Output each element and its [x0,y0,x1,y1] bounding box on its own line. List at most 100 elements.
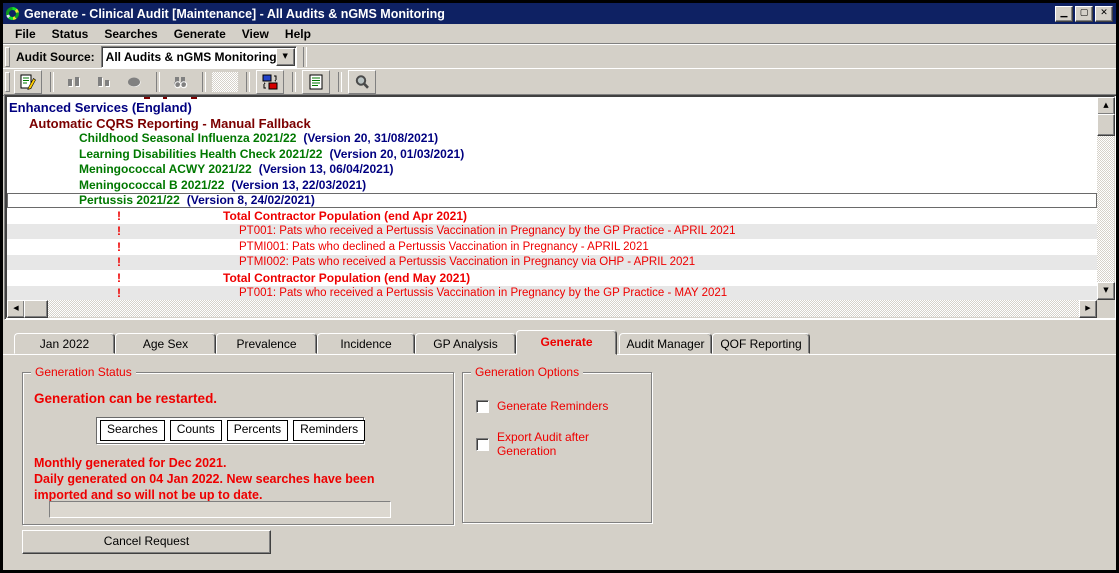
tree-row[interactable]: Learning Disabilities Health Check 2021/… [7,147,1097,162]
generate-reminders-label: Generate Reminders [497,399,608,413]
clipped-row-fragment [191,97,197,99]
menu-status[interactable]: Status [44,25,97,43]
horizontal-scrollbar[interactable]: ◀ ▶ [7,300,1097,317]
menu-generate[interactable]: Generate [166,25,234,43]
tree-row[interactable]: ! Total Contractor Population (end May 20… [7,271,1097,286]
tree-row[interactable]: !PTMI001: Pats who declined a Pertussis … [7,240,1097,255]
tab-gp-analysis[interactable]: GP Analysis [415,333,516,354]
vertical-scrollbar[interactable]: ▲ ▼ [1097,97,1114,300]
generation-step-buttons: Searches Counts Percents Reminders [96,417,364,444]
searches-button[interactable]: Searches [100,420,165,441]
audit-tree-rows: Enhanced Services (England) Automatic CQ… [7,97,1097,300]
percents-button[interactable]: Percents [227,420,288,441]
binoculars-icon [166,70,194,94]
chevron-down-icon[interactable]: ▼ [276,48,295,66]
scroll-left-icon[interactable]: ◀ [7,300,25,318]
generate-reminders-checkbox[interactable] [476,400,489,413]
audit-source-combobox[interactable]: All Audits & nGMS Monitoring ▼ [101,46,297,68]
tree-row[interactable]: Meningococcal B 2021/22 (Version 13, 22/0… [7,178,1097,193]
close-icon[interactable]: ✕ [1095,6,1113,22]
menu-file[interactable]: File [7,25,44,43]
progress-bar [49,501,391,518]
tree-row[interactable]: !PT001: Pats who received a Pertussis Va… [7,286,1097,300]
alert-text: PTMI001: Pats who declined a Pertussis V… [239,240,649,255]
export-audit-option: Export Audit after Generation [476,430,651,458]
generation-details-line2: Daily generated on 04 Jan 2022. New sear… [34,472,374,502]
scroll-right-icon[interactable]: ▶ [1079,300,1097,318]
toolbar-separator [246,72,250,92]
toolbar-separator [303,47,307,67]
menu-searches[interactable]: Searches [96,25,165,43]
tree-row[interactable]: Enhanced Services (England) [7,100,1097,115]
ellipse-icon [120,70,148,94]
cancel-request-button[interactable]: Cancel Request [22,530,271,554]
edit-audit-icon[interactable] [14,70,42,94]
generation-headline: Generation can be restarted. [34,391,217,406]
tab-qof-reporting[interactable]: QOF Reporting [712,333,810,354]
toolbar-gripper[interactable] [5,72,10,92]
alert-text: Total Contractor Population (end May 202… [223,271,470,286]
alert-icon: ! [117,271,121,286]
alert-icon: ! [117,255,121,270]
tab-incidence[interactable]: Incidence [317,333,415,354]
generation-status-group: Generation Status Generation can be rest… [22,372,454,525]
report-icon[interactable] [302,70,330,94]
tab-prevalence[interactable]: Prevalence [216,333,317,354]
swap-colors-icon[interactable] [256,70,284,94]
alert-text: PTMI002: Pats who received a Pertussis V… [239,255,695,270]
menu-bar: File Status Searches Generate View Help [3,24,1116,44]
tree-section-label: Enhanced Services (England) [9,100,192,115]
audit-name: Pertussis 2021/22 [79,193,180,207]
alert-icon: ! [117,224,121,239]
tab-generate[interactable]: Generate [516,330,617,355]
toolbar-separator [338,72,342,92]
alert-icon: ! [117,209,121,224]
toolbar-gripper[interactable] [5,47,10,67]
horizontal-scroll-thumb[interactable] [24,300,48,318]
export-audit-checkbox[interactable] [476,438,489,451]
scroll-up-icon[interactable]: ▲ [1097,97,1115,115]
audit-tree: Enhanced Services (England) Automatic CQ… [4,94,1117,320]
tree-row[interactable]: ! PTMI002: Pats who received a Pertussis … [7,255,1097,270]
clipped-row-fragment [163,97,167,99]
audit-version: (Version 20, 01/03/2021) [329,147,464,161]
tree-row[interactable]: ! PT001: Pats who received a Pertussis Va… [7,224,1097,239]
maximize-icon[interactable]: ▢ [1075,6,1093,22]
audit-version: (Version 8, 24/02/2021) [187,193,315,207]
window-title: Generate - Clinical Audit [Maintenance] … [24,7,1050,21]
tree-row-selected[interactable]: Pertussis 2021/22 (Version 8, 24/02/2021) [7,193,1097,208]
tab-jan-2022[interactable]: Jan 2022 [14,333,115,354]
app-icon [6,7,19,20]
icon-toolbar [3,68,1116,96]
alert-text: Total Contractor Population (end Apr 202… [223,209,467,224]
export-audit-label: Export Audit after Generation [497,430,651,458]
tree-row[interactable]: Childhood Seasonal Influenza 2021/22(Ver… [7,131,1097,146]
tree-row[interactable]: Automatic CQRS Reporting - Manual Fallba… [7,116,1097,131]
audit-version: (Version 20, 31/08/2021) [303,131,438,145]
tab-audit-manager[interactable]: Audit Manager [619,333,712,354]
audit-version: (Version 13, 06/04/2021) [259,162,394,176]
minimize-icon[interactable]: ▁ [1055,6,1073,22]
menu-view[interactable]: View [234,25,277,43]
alert-text: PT001: Pats who received a Pertussis Vac… [239,224,735,239]
bar-chart-2-icon [90,70,118,94]
audit-name: Meningococcal B 2021/22 [79,178,224,192]
tree-row[interactable]: ! Total Contractor Population (end Apr 20… [7,209,1097,224]
menu-help[interactable]: Help [277,25,319,43]
magnifier-icon[interactable] [348,70,376,94]
audit-version: (Version 13, 22/03/2021) [231,178,366,192]
bar-chart-icon [60,70,88,94]
scroll-down-icon[interactable]: ▼ [1097,282,1115,300]
title-bar: Generate - Clinical Audit [Maintenance] … [3,3,1116,24]
counts-button[interactable]: Counts [170,420,222,441]
vertical-scroll-thumb[interactable] [1097,114,1115,136]
alert-text: PT001: Pats who received a Pertussis Vac… [239,286,727,300]
reminders-button[interactable]: Reminders [293,420,365,441]
generate-reminders-option: Generate Reminders [476,399,608,413]
tab-age-sex[interactable]: Age Sex [115,333,216,354]
tree-subsection-label: Automatic CQRS Reporting - Manual Fallba… [29,116,311,131]
audit-name: Meningococcal ACWY 2021/22 [79,162,252,176]
scrollbar-corner [1097,300,1114,317]
toolbar-separator [156,72,160,92]
tree-row[interactable]: Meningococcal ACWY 2021/22 (Version 13, 0… [7,162,1097,177]
